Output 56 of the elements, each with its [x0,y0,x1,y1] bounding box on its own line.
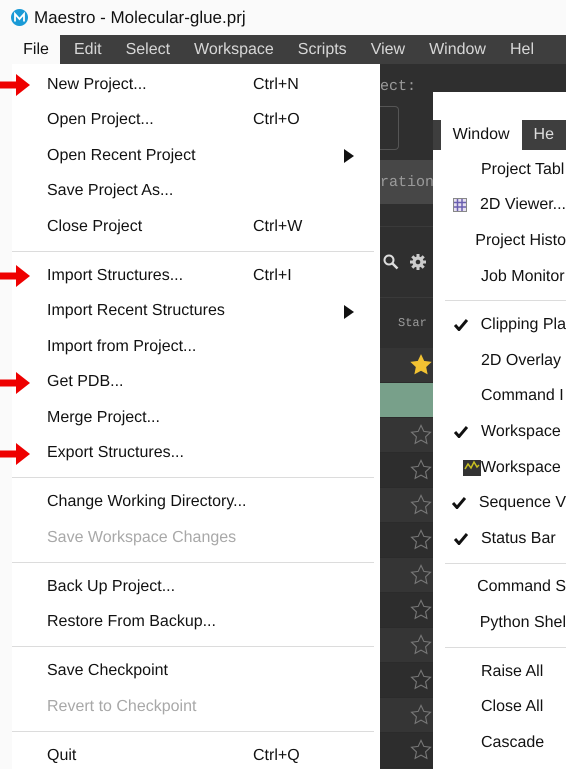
menu-item[interactable]: Import Recent Structures [12,294,380,329]
menu-item[interactable]: Save Checkpoint [12,654,380,689]
window-title: Maestro - Molecular-glue.prj [34,8,246,28]
menu-bar [433,120,441,150]
menu-item[interactable]: 2D Viewer... [433,188,566,224]
menu-item[interactable]: Workspace [433,450,566,486]
menu-item[interactable]: Open Recent Project [12,138,380,174]
menu-item[interactable]: Restore From Backup... [12,604,380,640]
menu-item[interactable]: Export Structures... [12,436,380,471]
menu-item[interactable]: Import Structures... Ctrl+I [12,258,380,294]
menu-item[interactable]: New Project... Ctrl+N [12,67,380,102]
search-icon [383,254,399,270]
menu-item[interactable]: Scripts [286,35,359,64]
menu-item[interactable]: Import from Project... [12,329,380,364]
menu-item[interactable]: Change Working Directory... [12,484,380,520]
menu-item[interactable]: Command I [433,378,566,414]
menu-item[interactable]: Command S [433,570,566,606]
menu-item[interactable]: Open Project... Ctrl+O [12,102,380,138]
menu-item[interactable]: 2D Overlay [433,342,566,379]
menu-item[interactable]: Python Shel [433,605,566,641]
field-label: ect: [380,78,416,94]
menu-item[interactable]: Workspace [433,414,566,450]
settings-icon [409,253,427,271]
menu-item[interactable]: Quit Ctrl+Q [12,738,380,769]
menu-item[interactable]: Merge Project... [12,400,380,436]
menu-item[interactable]: Select [114,35,182,64]
table-row[interactable] [380,383,433,418]
shortcut-text: Ctrl+Q [253,746,300,765]
shortcut-text: Ctrl+O [253,111,300,130]
menu-item[interactable]: Sequence V [433,485,566,521]
shortcut-text: Ctrl+I [253,266,292,285]
grid-icon [453,198,468,212]
menu-item[interactable]: Cascade [433,724,566,760]
column-header: Star [398,316,427,330]
menu-item[interactable]: Job Monitor [433,258,566,294]
menu-item[interactable]: Project Histo [433,223,566,259]
shortcut-text: Ctrl+N [253,76,299,94]
menu-item[interactable]: Close Project Ctrl+W [12,209,380,244]
app-logo-icon [11,9,28,26]
menu-item[interactable]: Close All [433,689,566,725]
menu-item[interactable]: Edit [62,35,114,64]
menu-item[interactable]: Status Bar [433,520,566,557]
workspace-icon [463,460,481,476]
menu-item[interactable]: Raise All [433,654,566,690]
menu-item[interactable]: Project Tabl [433,152,566,188]
menu-item[interactable]: Save Project As... [12,174,380,209]
menu-item[interactable]: Workspace [182,35,286,64]
menu-item[interactable]: Get PDB... [12,364,380,400]
menu-item[interactable]: He [522,120,566,150]
menu-item[interactable]: Window [417,35,498,64]
menu-item[interactable]: Clipping Pla [433,307,566,343]
menu-item[interactable]: Back Up Project... [12,569,380,604]
menu-item[interactable]: View [358,35,418,64]
shortcut-text: Ctrl+W [253,218,302,236]
table-row[interactable] [380,348,433,383]
menu-item[interactable]: Hel [498,35,546,64]
